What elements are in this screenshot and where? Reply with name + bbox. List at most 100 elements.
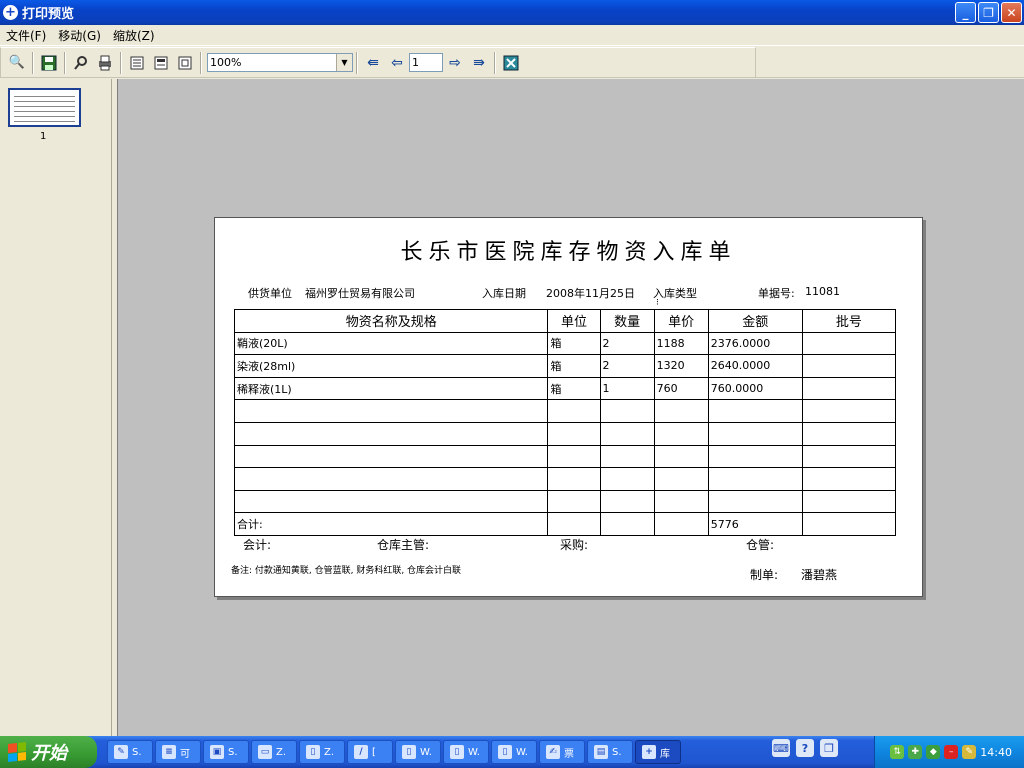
taskbar-item[interactable]: ▯ W. [443, 740, 489, 764]
menu-move[interactable]: 移动(G) [52, 27, 107, 44]
table-cell [233, 399, 549, 423]
page-width-icon[interactable] [126, 52, 148, 74]
window-icon[interactable]: ❐ [820, 739, 838, 757]
date-value: 2008年11月25日 [546, 287, 635, 300]
taskbar-item[interactable]: ✍ 票 [539, 740, 585, 764]
keyboard-icon[interactable]: ⌨ [772, 739, 790, 757]
zoom-select[interactable]: 100% ▼ [207, 53, 353, 72]
column-header: 金额 [707, 309, 803, 333]
table-cell [547, 512, 601, 536]
toolbar-separator [494, 51, 496, 74]
antivirus-icon[interactable]: ✚ [908, 745, 923, 759]
doc-no-label: 单据号: [758, 287, 795, 300]
table-cell [547, 399, 601, 423]
menu-file[interactable]: 文件(F) [0, 27, 52, 44]
table-cell: 1 [599, 376, 655, 401]
window-title: 打印预览 [22, 7, 75, 22]
taskbar-item[interactable]: ▯ W. [491, 740, 537, 764]
taskbar-item[interactable]: ▤ S. [587, 740, 633, 764]
accountant-sign: 会计: [243, 538, 272, 552]
table-cell [233, 444, 549, 469]
document-title: 长乐市医院库存物资入库单 [400, 240, 737, 265]
thumb-line [14, 121, 75, 122]
table-cell: 1188 [653, 331, 709, 356]
title-bar[interactable]: + 打印预览 _ ❐ ✕ [0, 0, 1024, 25]
shield-icon[interactable]: ◆ [926, 745, 941, 759]
network-icon[interactable]: ⇅ [890, 745, 905, 759]
close-preview-icon[interactable] [500, 52, 522, 74]
minimize-button[interactable]: _ [955, 2, 976, 23]
start-button[interactable]: 开始 [0, 736, 97, 768]
stop-icon[interactable]: – [944, 745, 959, 759]
last-page-icon[interactable]: ⇛ [468, 52, 490, 74]
previous-page-icon[interactable]: ⇦ [386, 52, 408, 74]
table-cell [801, 421, 897, 446]
table-cell [547, 489, 601, 514]
close-button[interactable]: ✕ [1001, 2, 1022, 23]
table-cell [547, 467, 601, 491]
app-icon: ▯ [306, 745, 320, 759]
supplier-value: 福州罗仕贸易有限公司 [305, 287, 415, 300]
chevron-down-icon[interactable]: ▼ [336, 54, 352, 71]
table-cell: 1320 [653, 354, 709, 378]
table-cell [653, 444, 709, 469]
next-page-icon[interactable]: ⇨ [444, 52, 466, 74]
table-row: 染液(28ml) 箱 2 1320 2640.0000 [233, 354, 897, 378]
thumbnail-pane: 1 [0, 79, 112, 736]
menu-zoom[interactable]: 缩放(Z) [107, 27, 161, 44]
table-cell: 箱 [547, 331, 601, 356]
clock: 14:40 [980, 745, 1012, 759]
magnifier-icon[interactable]: 🔍 [6, 52, 28, 74]
page-thumbnail[interactable] [8, 88, 81, 127]
table-cell [653, 421, 709, 446]
taskbar-item-active[interactable]: + 库 [635, 740, 681, 764]
table-row [233, 444, 897, 469]
table-cell [653, 489, 709, 514]
total-label: 合计: [233, 512, 549, 536]
start-label: 开始 [31, 743, 67, 764]
taskbar-item[interactable]: ✎ S. [107, 740, 153, 764]
table-cell [801, 467, 897, 491]
whole-page-icon[interactable] [150, 52, 172, 74]
table-cell [599, 399, 655, 423]
printer-icon[interactable] [94, 52, 116, 74]
column-header: 单价 [653, 309, 709, 333]
table-cell [547, 421, 601, 446]
toolbar-separator [64, 51, 66, 74]
preview-area[interactable]: 长乐市医院库存物资入库单 供货单位 福州罗仕贸易有限公司 入库日期 2008年1… [118, 79, 1024, 736]
taskbar-item[interactable]: ▯ Z. [299, 740, 345, 764]
table-cell [599, 467, 655, 491]
column-header: 批号 [801, 309, 897, 333]
taskbar-item[interactable]: ▣ S. [203, 740, 249, 764]
restore-button[interactable]: ❐ [978, 2, 999, 23]
table-cell: 2640.0000 [707, 354, 803, 378]
thumb-line [14, 111, 75, 112]
app-icon: ✍ [546, 745, 560, 759]
purchase-sign: 采购: [560, 538, 589, 552]
table-cell: 染液(28ml) [233, 354, 549, 378]
table-cell: 760.0000 [707, 376, 803, 401]
actual-size-icon[interactable] [174, 52, 196, 74]
page-number-input[interactable]: 1 [409, 53, 443, 72]
total-row: 合计: 5776 [233, 512, 897, 536]
find-icon[interactable] [70, 52, 92, 74]
pen-icon[interactable]: ✎ [962, 745, 977, 759]
table-cell [801, 399, 897, 423]
taskbar-item[interactable]: ▯ W. [395, 740, 441, 764]
taskbar-item[interactable]: ▭ Z. [251, 740, 297, 764]
table-row [233, 421, 897, 446]
thumb-line [14, 96, 75, 97]
help-icon[interactable]: ? [796, 739, 814, 757]
toolbar-separator [32, 51, 34, 74]
taskbar-item[interactable]: ∕[ [347, 740, 393, 764]
table-cell: 稀释液(1L) [233, 376, 549, 401]
taskbar-item[interactable]: ≡ 可 [155, 740, 201, 764]
first-page-icon[interactable]: ⇚ [362, 52, 384, 74]
table-cell [707, 467, 803, 491]
menu-bar: 文件(F) 移动(G) 缩放(Z) [0, 25, 1024, 46]
maker-value: 潘碧燕 [801, 568, 838, 582]
doc-no-value: 11081 [805, 285, 840, 298]
app-icon: ▯ [450, 745, 464, 759]
table-cell [801, 354, 897, 378]
save-icon[interactable] [38, 52, 60, 74]
